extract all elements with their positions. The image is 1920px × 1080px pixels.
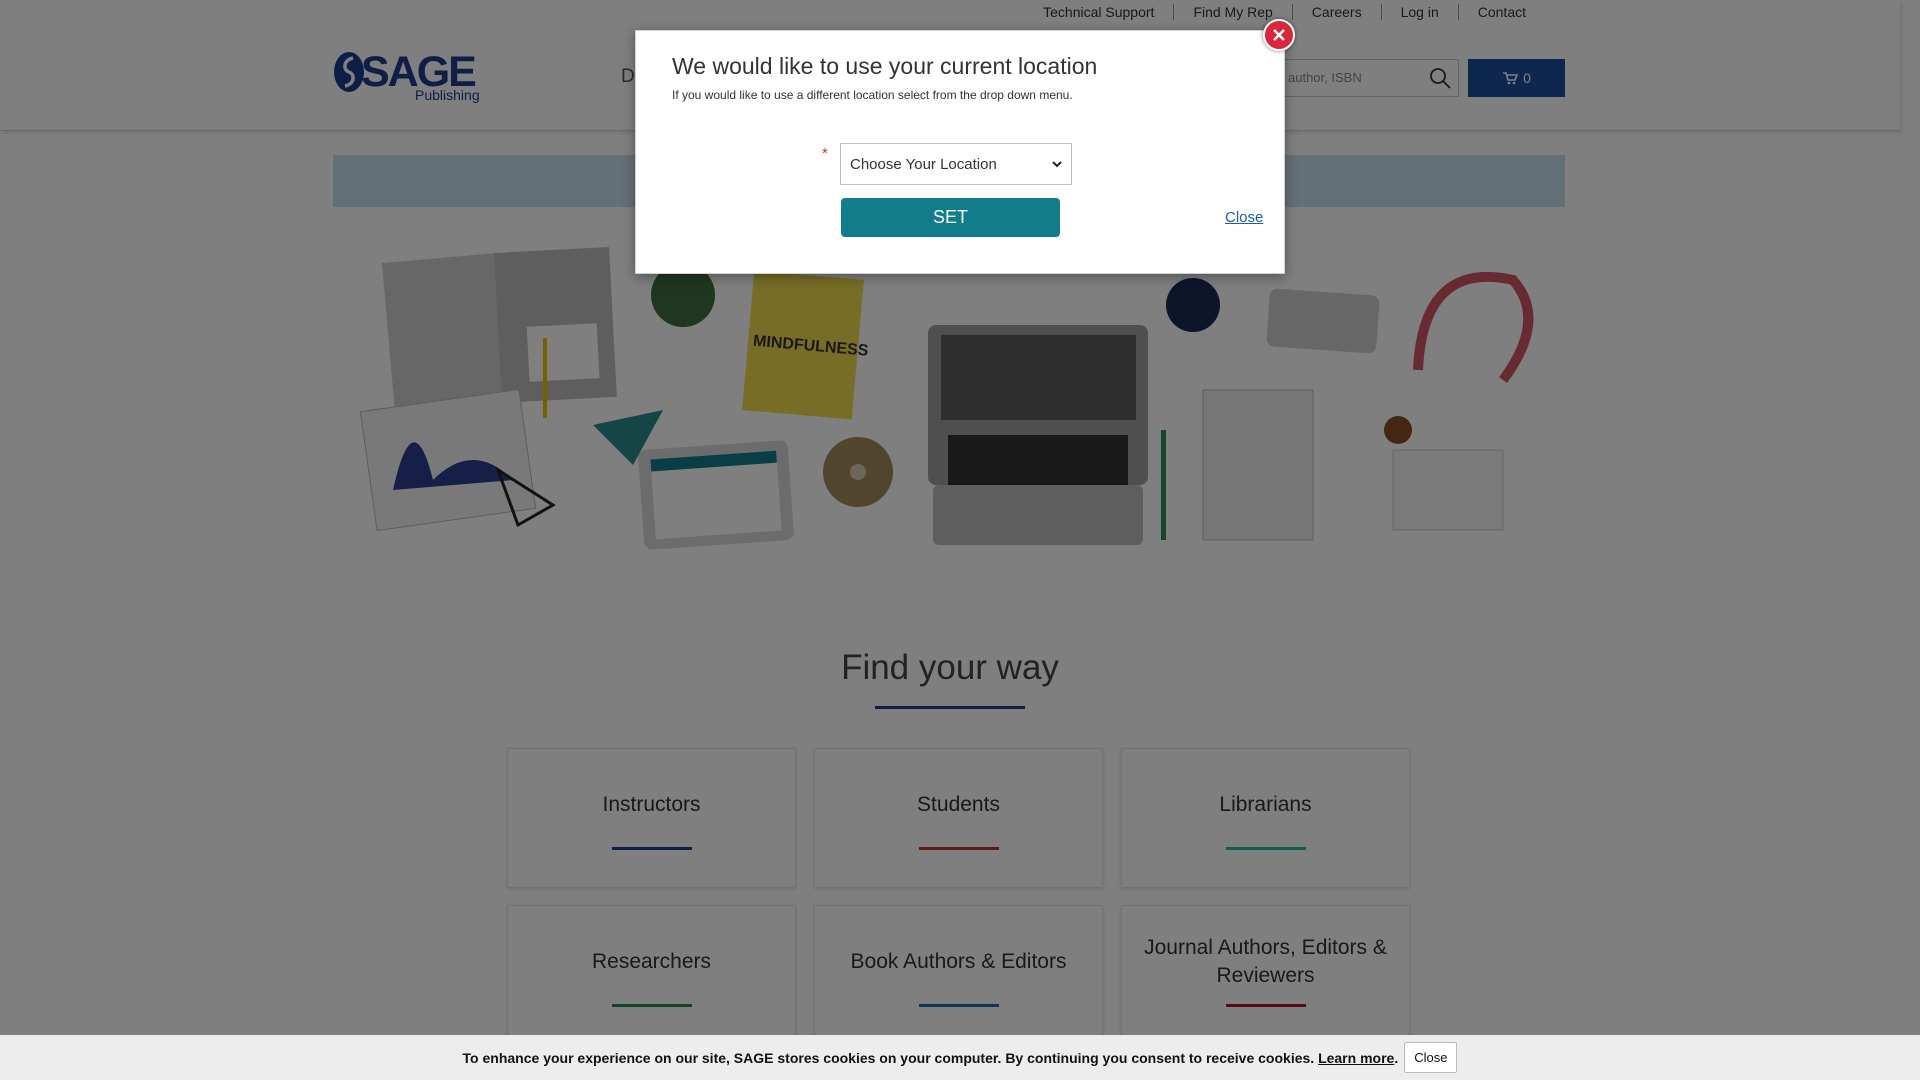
close-icon [1273,29,1285,41]
chevron-down-icon [1052,161,1062,168]
modal-close-link[interactable]: Close [1225,209,1263,226]
location-select-value: Choose Your Location [850,156,997,173]
cookie-close-button[interactable]: Close [1404,1042,1458,1073]
learn-more-link[interactable]: Learn more [1318,1050,1394,1066]
modal-title: We would like to use your current locati… [672,53,1098,79]
modal-subtitle: If you would like to use a different loc… [672,88,1073,102]
location-select[interactable]: Choose Your Location [840,143,1072,185]
location-modal: We would like to use your current locati… [635,30,1285,274]
cookie-banner: To enhance your experience on our site, … [0,1035,1920,1080]
cookie-message: To enhance your experience on our site, … [462,1049,1315,1066]
modal-close-button[interactable] [1263,19,1295,51]
set-location-button[interactable]: SET [841,198,1060,237]
required-asterisk: * [822,145,828,162]
